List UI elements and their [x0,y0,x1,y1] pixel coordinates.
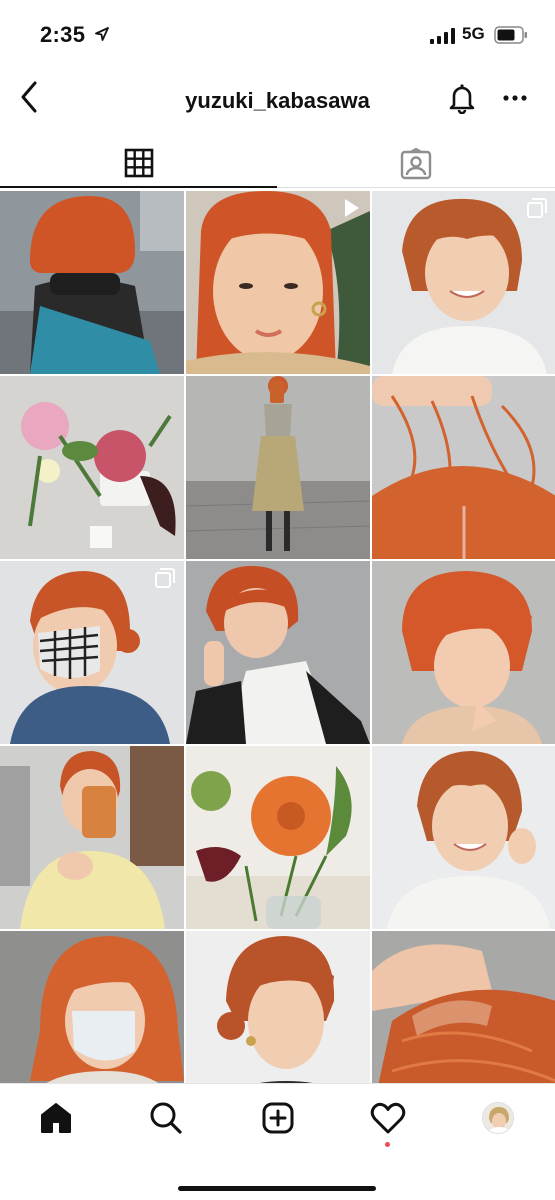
carousel-icon [155,568,175,588]
post-image [186,376,370,559]
post-thumbnail[interactable] [372,931,555,1083]
post-thumbnail[interactable] [0,376,184,559]
post-thumbnail[interactable] [372,191,555,374]
post-image [0,376,184,559]
post-image [372,746,555,929]
notification-dot [385,1142,390,1147]
post-thumbnail[interactable] [0,561,184,744]
post-thumbnail[interactable] [186,561,370,744]
post-image [372,376,555,559]
post-image [0,191,184,374]
post-image [0,746,184,929]
post-image [186,561,370,744]
bottom-navigation [0,1083,555,1200]
tab-tagged[interactable] [277,140,555,188]
post-thumbnail[interactable] [372,746,555,929]
more-options-button[interactable] [500,82,530,114]
post-thumbnail[interactable] [372,561,555,744]
post-thumbnail[interactable] [0,191,184,374]
post-thumbnail[interactable] [186,191,370,374]
posts-grid [0,191,555,1083]
tab-grid[interactable] [0,140,277,188]
bell-icon [449,84,475,115]
video-icon [345,199,359,217]
status-time: 2:35 [40,22,86,47]
nav-home[interactable] [36,1098,76,1138]
avatar [482,1102,514,1134]
search-icon [150,1102,182,1134]
signal-icon [430,28,455,44]
network-type: 5G [462,24,485,43]
post-image [372,931,555,1083]
profile-tabs [0,140,555,188]
nav-new-post[interactable] [258,1098,298,1138]
nav-search[interactable] [146,1098,186,1138]
heart-icon [370,1102,406,1134]
plus-square-icon [262,1102,294,1134]
grid-icon [124,148,153,178]
post-thumbnail[interactable] [186,931,370,1083]
post-thumbnail[interactable] [0,746,184,929]
post-image [186,931,370,1083]
post-thumbnail[interactable] [186,746,370,929]
nav-profile[interactable] [478,1098,518,1138]
more-horizontal-icon [503,95,527,101]
home-indicator [178,1186,376,1191]
post-thumbnail[interactable] [186,376,370,559]
nav-activity[interactable] [368,1098,408,1138]
location-arrow-icon [95,27,109,41]
status-bar: 2:35 5G [0,0,555,68]
battery-icon [494,26,527,44]
carousel-icon [527,198,547,218]
post-thumbnail[interactable] [0,931,184,1083]
post-image [0,931,184,1083]
profile-header: yuzuki_kabasawa [0,68,555,132]
tagged-person-icon [400,147,432,179]
post-thumbnail[interactable] [372,376,555,559]
notifications-button[interactable] [446,82,478,115]
home-icon [41,1103,71,1133]
post-image [186,746,370,929]
post-image [372,561,555,744]
